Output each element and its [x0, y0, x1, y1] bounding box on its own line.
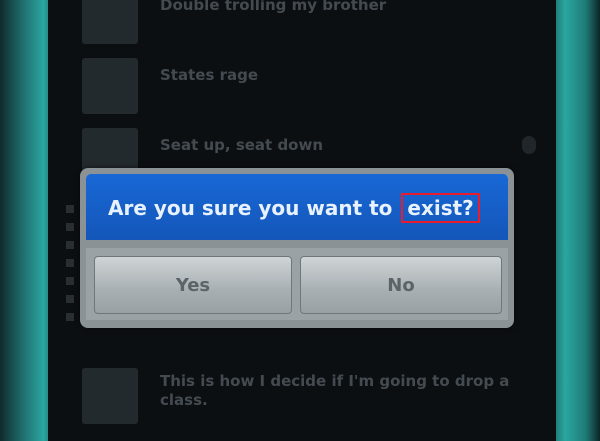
- list-item-title: States rage: [160, 66, 259, 84]
- list-item[interactable]: This is how I decide if I'm going to dro…: [64, 362, 536, 441]
- dialog-title-prefix: Are you sure you want to: [108, 196, 393, 220]
- list-item[interactable]: Double trolling my brother: [64, 0, 536, 50]
- status-icon: [522, 136, 536, 154]
- dialog-title: Are you sure you want to exist?: [108, 193, 480, 223]
- list-item-title: Seat up, seat down: [160, 136, 324, 154]
- list-item-title: Double trolling my brother: [160, 0, 387, 14]
- yes-button[interactable]: Yes: [94, 256, 292, 314]
- confirm-dialog: Are you sure you want to exist? Yes No: [80, 168, 514, 328]
- list-item-title: This is how I decide if I'm going to dro…: [160, 372, 510, 409]
- no-button[interactable]: No: [300, 256, 502, 314]
- dialog-title-bar: Are you sure you want to exist?: [86, 174, 508, 240]
- thumbnail-image: [82, 0, 138, 44]
- dialog-button-row: Yes No: [86, 248, 508, 320]
- list-item[interactable]: States rage: [64, 58, 536, 128]
- scroll-marks: [66, 205, 74, 325]
- thumbnail-image: [82, 58, 138, 114]
- thumbnail-image: [82, 368, 138, 424]
- dialog-title-highlight: exist?: [401, 193, 480, 223]
